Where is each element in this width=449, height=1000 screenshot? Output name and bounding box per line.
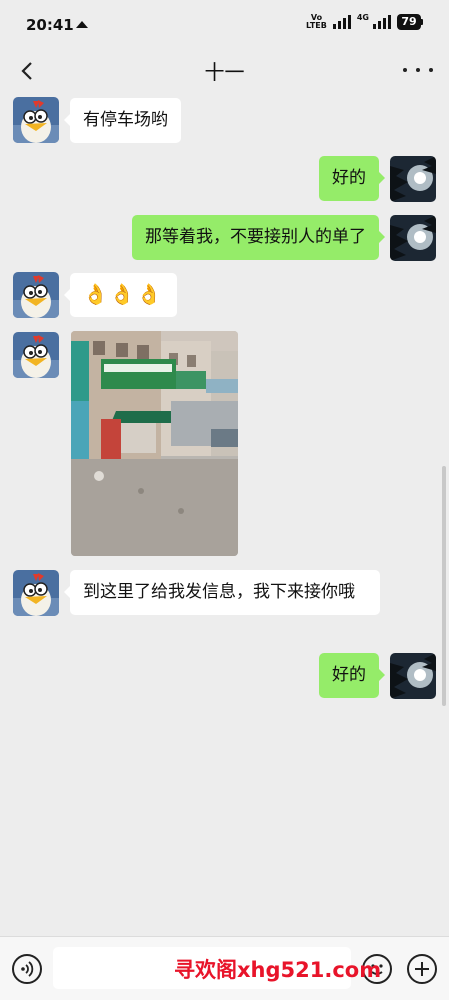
message-text: 到这里了给我发信息，我下来接你哦: [83, 582, 355, 602]
ok-hand-emoji: 👌👌👌: [83, 282, 164, 306]
my-avatar[interactable]: [390, 156, 436, 202]
volte-indicator: Vo LTEB: [306, 14, 327, 30]
message-bubble[interactable]: 好的: [319, 156, 385, 201]
status-icons: Vo LTEB 4G 79: [306, 12, 423, 30]
battery-icon: 79: [397, 14, 423, 30]
image-message[interactable]: [71, 331, 238, 556]
message-bubble[interactable]: 到这里了给我发信息，我下来接你哦: [64, 570, 380, 615]
volte-label-bottom: LTE: [306, 21, 321, 30]
network-type: 4G: [356, 12, 369, 22]
message-text: 有停车场哟: [83, 110, 168, 130]
message-bubble[interactable]: 好的: [319, 653, 385, 698]
message-bubble[interactable]: 👌👌👌: [64, 273, 177, 317]
message-text: 好的: [332, 168, 366, 188]
location-arrow-icon: [76, 21, 88, 28]
contact-avatar[interactable]: [13, 570, 59, 616]
signal-icon: [332, 15, 351, 29]
more-icon: [403, 68, 407, 72]
battery-level: 79: [397, 14, 421, 30]
message-text: 那等着我，不要接别人的单了: [145, 227, 366, 247]
contact-avatar[interactable]: [13, 272, 59, 318]
signal-icon-secondary: [373, 15, 391, 29]
my-avatar[interactable]: [390, 215, 436, 261]
message-text: 好的: [332, 665, 366, 685]
message-bubble[interactable]: 有停车场哟: [64, 98, 181, 143]
status-bar: 20:41 Vo LTEB 4G 79: [0, 0, 449, 48]
plus-button[interactable]: [407, 954, 437, 984]
scrollbar[interactable]: [442, 466, 446, 706]
contact-avatar[interactable]: [13, 97, 59, 143]
voice-icon: [21, 961, 34, 977]
chat-title: 十一: [204, 60, 245, 84]
contact-avatar[interactable]: [13, 332, 59, 378]
watermark-text: 寻欢阁xhg521.com: [174, 958, 382, 982]
chat-header: 十一: [0, 48, 449, 94]
voice-button[interactable]: [12, 954, 42, 984]
my-avatar[interactable]: [390, 653, 436, 699]
more-button[interactable]: [403, 58, 433, 82]
status-time: 20:41: [26, 16, 74, 34]
volte-label-sub: B: [320, 21, 327, 30]
message-bubble[interactable]: 那等着我，不要接别人的单了: [132, 215, 385, 260]
